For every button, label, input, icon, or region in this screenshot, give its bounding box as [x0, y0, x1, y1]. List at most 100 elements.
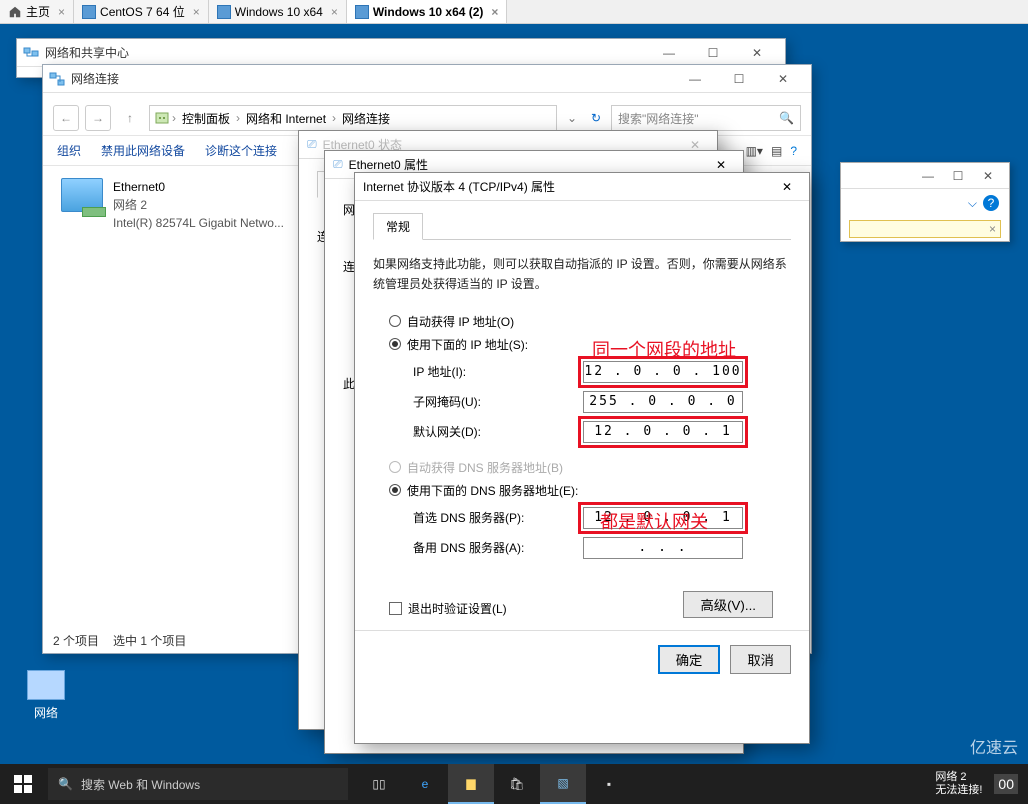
radio-auto-ip[interactable]: 自动获得 IP 地址(O): [389, 313, 791, 330]
forward-button[interactable]: →: [85, 105, 111, 131]
chevron-down-icon[interactable]: ⌄: [563, 111, 581, 125]
tab-home-label: 主页: [26, 3, 50, 20]
dns1-input[interactable]: 12 . 0 . 0 . 1: [583, 507, 743, 529]
close-button[interactable]: ✕: [761, 65, 805, 93]
toolbar-disable[interactable]: 禁用此网络设备: [101, 142, 185, 159]
dialog-buttons: 确定 取消: [355, 630, 809, 688]
edge-button[interactable]: e: [402, 764, 448, 804]
close-button[interactable]: ✕: [973, 169, 1003, 183]
tab-centos[interactable]: CentOS 7 64 位 ×: [74, 0, 209, 23]
gateway-input[interactable]: 12 . 0 . 0 . 1: [583, 421, 743, 443]
toolbar-organize[interactable]: 组织: [57, 142, 81, 159]
breadcrumb-seg[interactable]: 网络和 Internet: [242, 110, 330, 127]
field-dns2: 备用 DNS 服务器(A): . . .: [413, 537, 791, 559]
tray-time: 00: [994, 774, 1018, 795]
view-icon[interactable]: ▥▾: [746, 144, 763, 158]
taskbar: 🔍 搜索 Web 和 Windows ▯▯ e ▆ 🛍 ▧ ▪ 网络 2 无法连…: [0, 764, 1028, 804]
close-button[interactable]: ✕: [773, 180, 801, 194]
maximize-button[interactable]: ☐: [943, 169, 973, 183]
field-ip: IP 地址(I): 12 . 0 . 0 . 100: [413, 361, 791, 383]
tab-general[interactable]: 常规: [373, 213, 423, 240]
search-input[interactable]: 搜索"网络连接" 🔍: [611, 105, 801, 131]
titlebar[interactable]: 网络连接 — ☐ ✕: [43, 65, 811, 93]
minimize-button[interactable]: —: [647, 39, 691, 67]
breadcrumb-seg[interactable]: 网络连接: [338, 110, 394, 127]
maximize-button[interactable]: ☐: [691, 39, 735, 67]
chevron-down-icon[interactable]: ⌵: [968, 196, 977, 211]
dialog-body: 常规 如果网络支持此功能，则可以获取自动指派的 IP 设置。否则，你需要从网络系…: [355, 201, 809, 630]
adapter-icon: [61, 178, 103, 212]
search-icon: 🔍: [779, 111, 794, 125]
radio-icon: [389, 338, 401, 350]
mask-input[interactable]: 255 . 0 . 0 . 0: [583, 391, 743, 413]
breadcrumb-seg[interactable]: 控制面板: [178, 110, 234, 127]
help-icon[interactable]: ?: [790, 144, 797, 158]
explorer-button[interactable]: ▆: [448, 764, 494, 804]
breadcrumb[interactable]: › 控制面板 › 网络和 Internet › 网络连接: [149, 105, 557, 131]
radio-label: 自动获得 IP 地址(O): [407, 313, 514, 330]
details-icon[interactable]: ▤: [771, 144, 782, 158]
network-connections-icon: [49, 71, 65, 87]
tab-win10a[interactable]: Windows 10 x64 ×: [209, 0, 347, 23]
back-button[interactable]: ←: [53, 105, 79, 131]
system-tray[interactable]: 网络 2 无法连接! 00: [925, 771, 1028, 797]
icon-label: 网络: [22, 704, 70, 721]
network-center-icon: [23, 45, 39, 61]
help-icon[interactable]: ?: [983, 195, 999, 211]
toolbar-diagnose[interactable]: 诊断这个连接: [205, 142, 277, 159]
advanced-button[interactable]: 高级(V)...: [683, 591, 773, 618]
close-icon[interactable]: ×: [193, 5, 200, 19]
status-count: 2 个项目: [53, 632, 99, 649]
cancel-button[interactable]: 取消: [730, 645, 791, 674]
info-bar[interactable]: ×: [849, 220, 1001, 238]
description-text: 如果网络支持此功能，则可以获取自动指派的 IP 设置。否则，你需要从网络系统管理…: [373, 254, 791, 295]
search-placeholder: 搜索 Web 和 Windows: [81, 776, 200, 793]
minimize-button[interactable]: —: [913, 169, 943, 183]
tab-home[interactable]: 主页 ×: [0, 0, 74, 23]
ok-button[interactable]: 确定: [658, 645, 721, 674]
titlebar[interactable]: — ☐ ✕: [841, 163, 1009, 189]
close-icon[interactable]: ×: [989, 222, 996, 236]
close-icon[interactable]: ×: [58, 5, 65, 19]
ip-group: 自动获得 IP 地址(O) 使用下面的 IP 地址(S): IP 地址(I): …: [389, 313, 791, 443]
store-button[interactable]: 🛍: [494, 764, 540, 804]
checkbox-validate[interactable]: 退出时验证设置(L): [389, 600, 507, 617]
chevron-right-icon: ›: [332, 111, 336, 125]
ip-input[interactable]: 12 . 0 . 0 . 100: [583, 361, 743, 383]
radio-use-dns[interactable]: 使用下面的 DNS 服务器地址(E):: [389, 482, 791, 499]
field-gateway: 默认网关(D): 12 . 0 . 0 . 1: [413, 421, 791, 443]
radio-icon: [389, 484, 401, 496]
close-button[interactable]: ✕: [707, 158, 735, 172]
vm-tabbar: 主页 × CentOS 7 64 位 × Windows 10 x64 × Wi…: [0, 0, 1028, 24]
minimize-button[interactable]: —: [673, 65, 717, 93]
up-button[interactable]: ↑: [117, 105, 143, 131]
window-controls: — ☐ ✕: [647, 39, 779, 67]
checkbox-icon: [389, 602, 402, 615]
maximize-button[interactable]: ☐: [717, 65, 761, 93]
close-button[interactable]: ✕: [735, 39, 779, 67]
dialog-titlebar[interactable]: Internet 协议版本 4 (TCP/IPv4) 属性 ✕: [355, 173, 809, 201]
tab-win10b[interactable]: Windows 10 x64 (2) ×: [347, 0, 508, 23]
start-button[interactable]: [0, 764, 46, 804]
mask-label: 子网掩码(U):: [413, 393, 583, 410]
dns2-input[interactable]: . . .: [583, 537, 743, 559]
tray-net-name: 网络 2: [935, 771, 982, 784]
close-icon[interactable]: ×: [331, 5, 338, 19]
taskview-button[interactable]: ▯▯: [356, 764, 402, 804]
refresh-icon[interactable]: ↻: [587, 111, 605, 125]
desktop-icon-network[interactable]: 网络: [22, 670, 70, 721]
radio-use-ip[interactable]: 使用下面的 IP 地址(S):: [389, 336, 791, 353]
chevron-right-icon: ›: [172, 111, 176, 125]
field-dns1: 首选 DNS 服务器(P): 12 . 0 . 0 . 1: [413, 507, 791, 529]
field-mask: 子网掩码(U): 255 . 0 . 0 . 0: [413, 391, 791, 413]
taskbar-search[interactable]: 🔍 搜索 Web 和 Windows: [48, 768, 348, 800]
dns-group: 自动获得 DNS 服务器地址(B) 使用下面的 DNS 服务器地址(E): 首选…: [389, 459, 791, 559]
titlebar[interactable]: 网络和共享中心 — ☐ ✕: [17, 39, 785, 67]
radio-auto-dns: 自动获得 DNS 服务器地址(B): [389, 459, 791, 476]
control-panel-button[interactable]: ▧: [540, 764, 586, 804]
close-icon[interactable]: ×: [491, 5, 498, 19]
cmd-button[interactable]: ▪: [586, 764, 632, 804]
window-explorer-stub: — ☐ ✕ ⌵ ? ×: [840, 162, 1010, 242]
taskbar-apps: ▯▯ e ▆ 🛍 ▧ ▪: [356, 764, 632, 804]
dialog-ipv4-properties: Internet 协议版本 4 (TCP/IPv4) 属性 ✕ 常规 如果网络支…: [354, 172, 810, 744]
